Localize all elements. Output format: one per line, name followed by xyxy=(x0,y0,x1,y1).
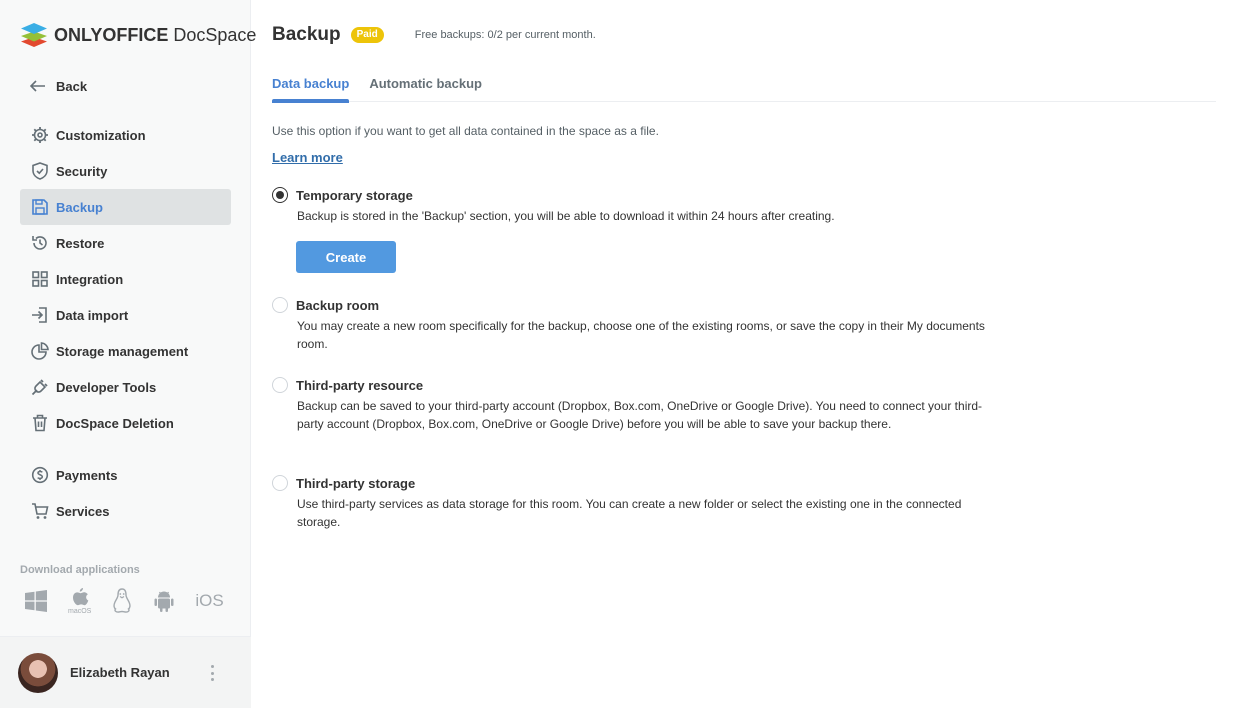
radio-backup-room[interactable] xyxy=(272,297,288,313)
onlyoffice-logo-icon xyxy=(21,23,47,47)
page-header: Backup Paid Free backups: 0/2 per curren… xyxy=(272,22,596,48)
macos-label: macOS xyxy=(68,608,92,615)
option-description: Backup can be saved to your third-party … xyxy=(297,399,983,431)
option-label[interactable]: Backup room xyxy=(296,298,379,313)
user-name: Elizabeth Rayan xyxy=(70,665,170,680)
pie-chart-icon xyxy=(30,341,50,361)
brand-name: ONLYOFFICE DocSpace xyxy=(54,25,256,46)
history-icon xyxy=(30,233,50,253)
backup-description: Use this option if you want to get all d… xyxy=(272,124,659,138)
radio-third-party-storage[interactable] xyxy=(272,475,288,491)
nav-divider xyxy=(20,441,231,457)
sidebar-item-customization[interactable]: Customization xyxy=(20,117,231,153)
sidebar-item-label: Security xyxy=(56,163,108,179)
kebab-menu-icon[interactable] xyxy=(211,665,214,681)
dollar-circle-icon xyxy=(30,465,50,485)
sidebar-item-label: Integration xyxy=(56,271,124,287)
back-label: Back xyxy=(56,78,88,94)
option-backup-room: Backup room You may create a new room sp… xyxy=(272,295,1012,353)
sidebar-item-label: Payments xyxy=(56,467,118,483)
sidebar-item-docspace-deletion[interactable]: DocSpace Deletion xyxy=(20,405,231,441)
sidebar-item-label: Customization xyxy=(56,127,146,143)
import-icon xyxy=(30,305,50,325)
tab-automatic-backup[interactable]: Automatic backup xyxy=(369,73,482,102)
settings-nav: Customization Security Backup Restore In… xyxy=(20,117,231,529)
backup-tabs: Data backup Automatic backup xyxy=(272,73,1216,103)
macos-icon[interactable]: macOS xyxy=(68,586,91,616)
plug-icon xyxy=(30,377,50,397)
back-link[interactable]: Back xyxy=(30,76,87,96)
option-label[interactable]: Temporary storage xyxy=(296,188,413,203)
sidebar-item-label: Data import xyxy=(56,307,129,323)
grid-icon xyxy=(30,269,50,289)
gear-icon xyxy=(30,125,50,145)
ios-label: iOS xyxy=(195,591,224,610)
paid-badge: Paid xyxy=(350,27,384,43)
logo[interactable]: ONLYOFFICE DocSpace xyxy=(20,22,256,48)
sidebar-item-integration[interactable]: Integration xyxy=(20,261,231,297)
sidebar-item-services[interactable]: Services xyxy=(20,493,231,529)
option-label[interactable]: Third-party resource xyxy=(296,378,423,393)
sidebar-item-storage-management[interactable]: Storage management xyxy=(20,333,231,369)
free-backups-info: Free backups: 0/2 per current month. xyxy=(414,29,596,41)
create-button[interactable]: Create xyxy=(296,241,396,273)
sidebar: ONLYOFFICE DocSpace Back Customization S… xyxy=(0,0,256,708)
sidebar-item-label: Backup xyxy=(56,199,103,215)
android-icon[interactable] xyxy=(153,586,175,616)
sidebar-item-label: Services xyxy=(56,503,110,519)
sidebar-item-data-import[interactable]: Data import xyxy=(20,297,231,333)
tab-data-backup[interactable]: Data backup xyxy=(272,73,350,103)
windows-icon[interactable] xyxy=(24,586,48,616)
trash-icon xyxy=(30,413,50,433)
sidebar-item-security[interactable]: Security xyxy=(20,153,231,189)
sidebar-item-restore[interactable]: Restore xyxy=(20,225,231,261)
sidebar-item-developer-tools[interactable]: Developer Tools xyxy=(20,369,231,405)
sidebar-item-backup[interactable]: Backup xyxy=(20,189,231,225)
sidebar-item-label: Restore xyxy=(56,235,105,251)
radio-temporary-storage[interactable] xyxy=(272,187,288,203)
floppy-disk-icon xyxy=(30,197,50,217)
user-profile[interactable]: Elizabeth Rayan xyxy=(0,636,251,708)
sidebar-item-label: DocSpace Deletion xyxy=(56,415,174,431)
brand-name-bold: ONLYOFFICE xyxy=(54,24,169,45)
page-title: Backup xyxy=(272,24,341,45)
option-label[interactable]: Third-party storage xyxy=(296,476,415,491)
arrow-left-icon xyxy=(30,80,50,92)
brand-name-regular: DocSpace xyxy=(173,24,257,45)
option-third-party-storage: Third-party storage Use third-party serv… xyxy=(272,473,1012,531)
download-applications-title: Download applications xyxy=(20,564,140,576)
cart-icon xyxy=(30,501,50,521)
ios-icon[interactable]: iOS xyxy=(195,586,223,616)
sidebar-item-label: Storage management xyxy=(56,343,189,359)
radio-third-party-resource[interactable] xyxy=(272,377,288,393)
option-description: Use third-party services as data storage… xyxy=(297,497,962,529)
option-description: Backup is stored in the 'Backup' section… xyxy=(297,209,835,223)
linux-icon[interactable] xyxy=(111,586,133,616)
option-third-party-resource: Third-party resource Backup can be saved… xyxy=(272,375,1012,433)
option-temporary-storage: Temporary storage Backup is stored in th… xyxy=(272,185,1012,225)
learn-more-link[interactable]: Learn more xyxy=(272,150,343,165)
sidebar-item-label: Developer Tools xyxy=(56,379,157,395)
shield-icon xyxy=(30,161,50,181)
sidebar-item-payments[interactable]: Payments xyxy=(20,457,231,493)
download-applications: macOS iOS xyxy=(24,586,244,616)
option-description: You may create a new room specifically f… xyxy=(297,319,985,351)
avatar[interactable] xyxy=(18,652,58,693)
